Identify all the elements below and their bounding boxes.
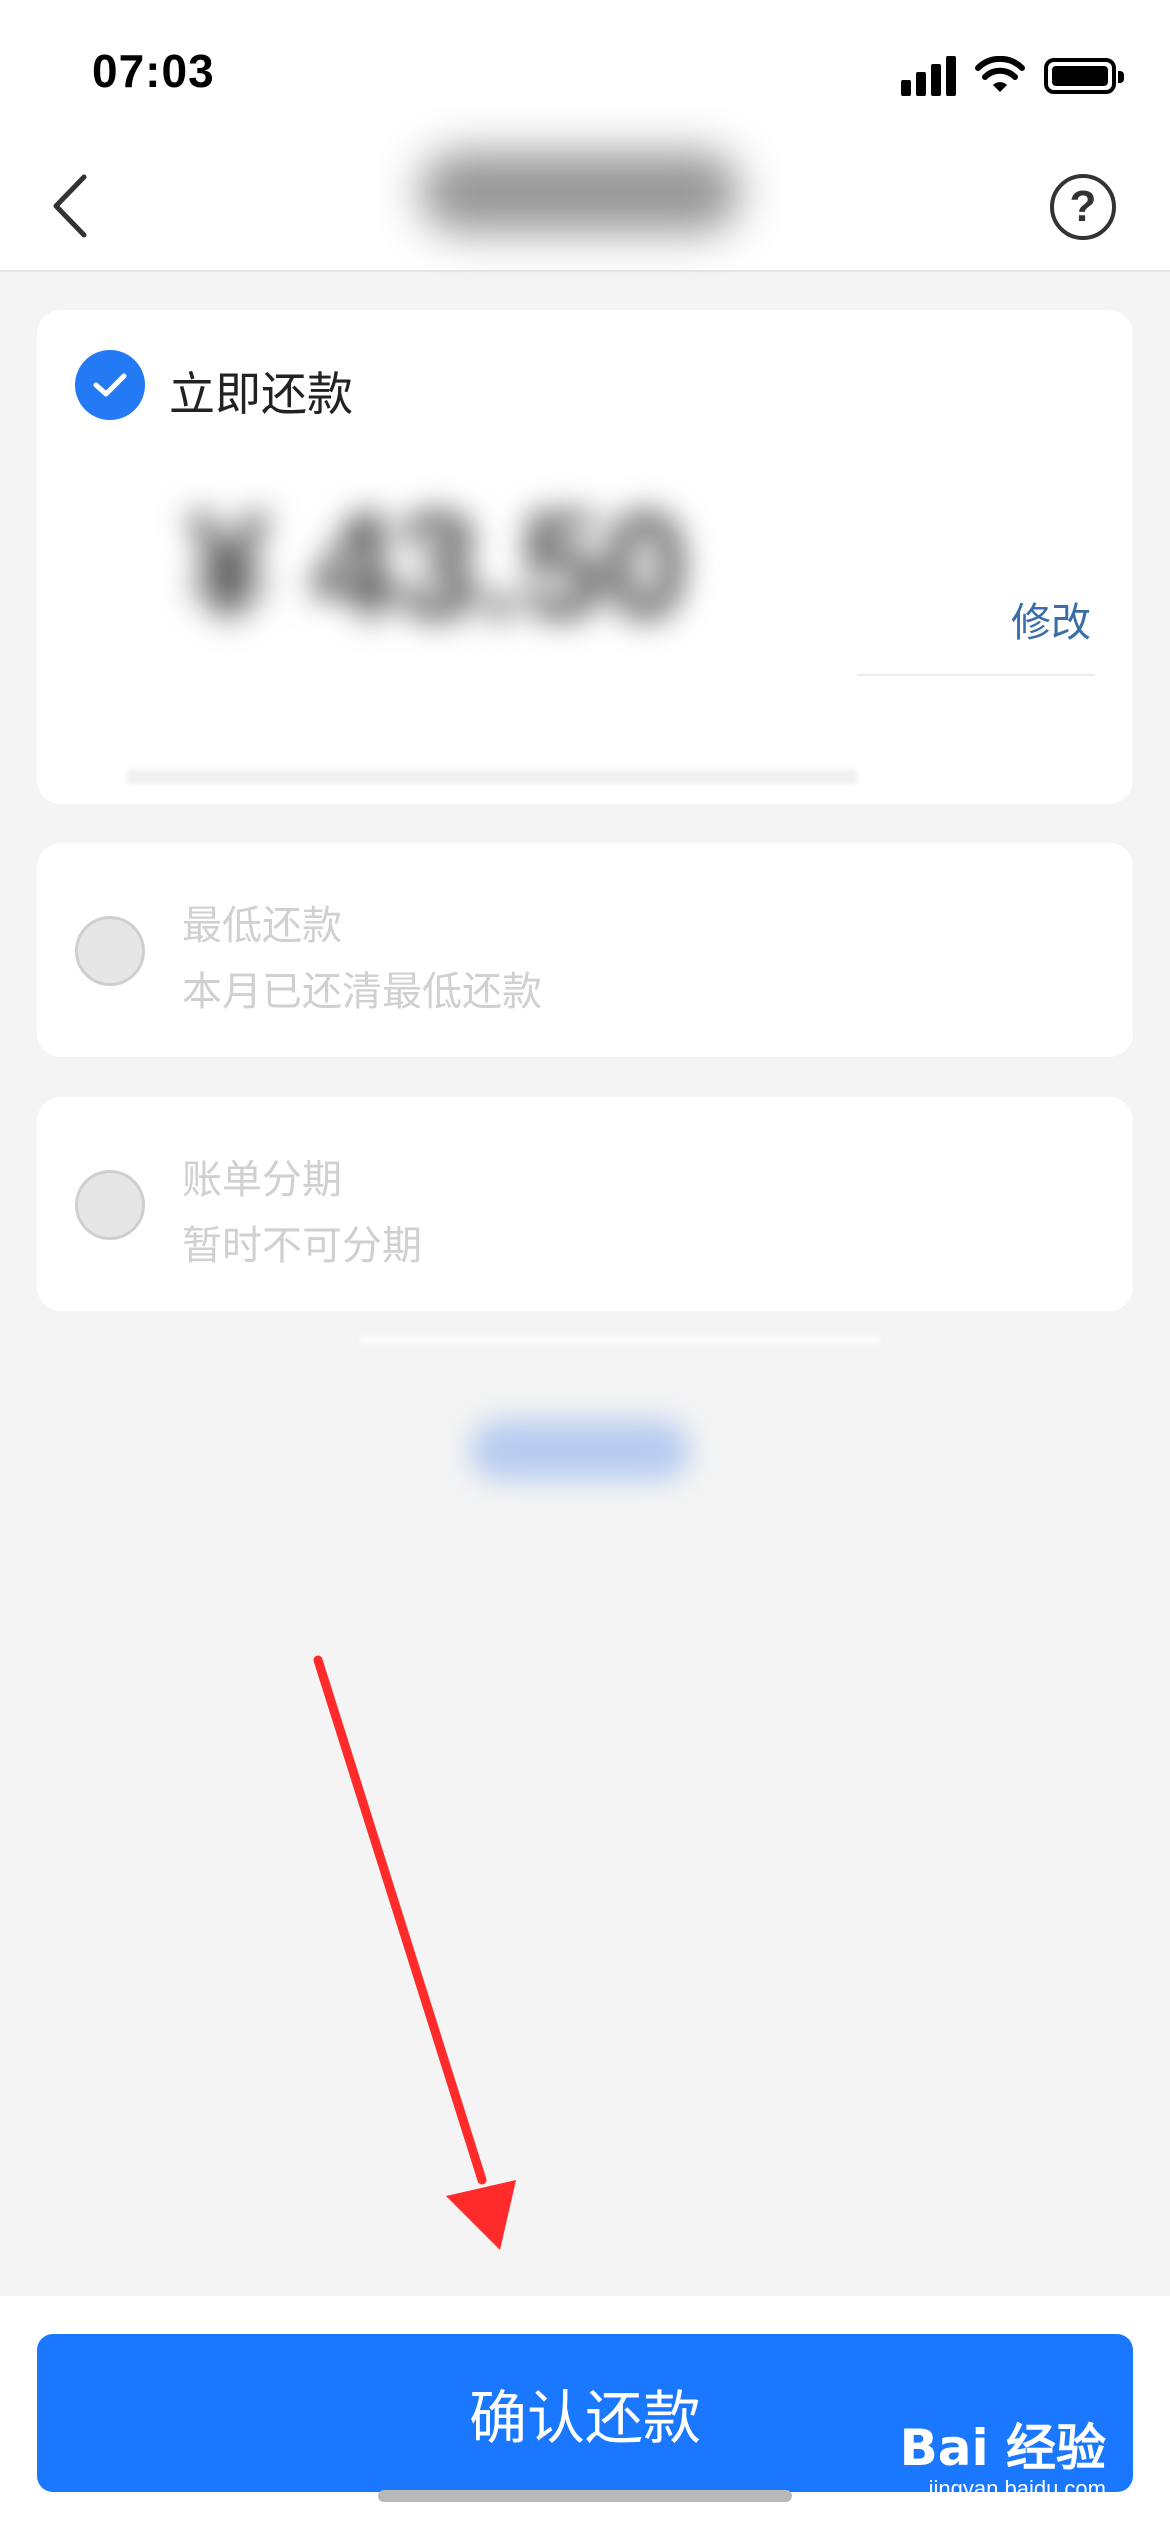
redacted-link[interactable] (470, 1420, 690, 1480)
header: 07:03 ? (0, 0, 1170, 272)
option-card-minimum[interactable]: 最低还款 本月已还清最低还款 (37, 843, 1133, 1057)
option-title: 立即还款 (169, 368, 353, 420)
watermark-logo: Bai 经验 (899, 2419, 1106, 2477)
watermark-url: jingyan.baidu.com (928, 2476, 1106, 2501)
edit-amount-link[interactable]: 修改 (1011, 590, 1091, 648)
help-button[interactable]: ? (1050, 174, 1116, 240)
status-time: 07:03 (92, 45, 215, 97)
amount-divider (857, 674, 1095, 676)
page: 07:03 ? 立即还款 ¥ 43.50 修改 最低还款 本月已还清最低还款 账… (0, 0, 1170, 2532)
option-subtitle: 暂时不可分期 (182, 1224, 422, 1268)
option-subtitle: 本月已还清最低还款 (182, 970, 542, 1014)
page-title-redacted (420, 152, 740, 232)
check-icon (93, 373, 127, 397)
status-icons (901, 52, 1124, 100)
redacted-text (360, 1336, 880, 1344)
option-card-pay-now[interactable]: 立即还款 ¥ 43.50 修改 (37, 310, 1133, 804)
back-chevron-icon (53, 174, 87, 238)
signal-icon (901, 56, 956, 96)
option-title: 最低还款 (182, 904, 342, 948)
option-card-installment[interactable]: 账单分期 暂时不可分期 (37, 1097, 1133, 1311)
watermark: Bai 经验 jingyan.baidu.com (900, 2408, 1106, 2502)
option-title: 账单分期 (182, 1158, 342, 1202)
redacted-line (127, 770, 857, 784)
help-icon: ? (1069, 182, 1097, 231)
option-radio[interactable] (75, 1170, 145, 1240)
amount-value: ¥ 43.50 (187, 481, 688, 649)
option-radio[interactable] (75, 916, 145, 986)
option-radio-selected[interactable] (75, 350, 145, 420)
battery-icon (1044, 58, 1124, 94)
back-button[interactable] (40, 168, 100, 244)
wifi-icon (975, 56, 1025, 92)
home-indicator[interactable] (378, 2490, 792, 2502)
